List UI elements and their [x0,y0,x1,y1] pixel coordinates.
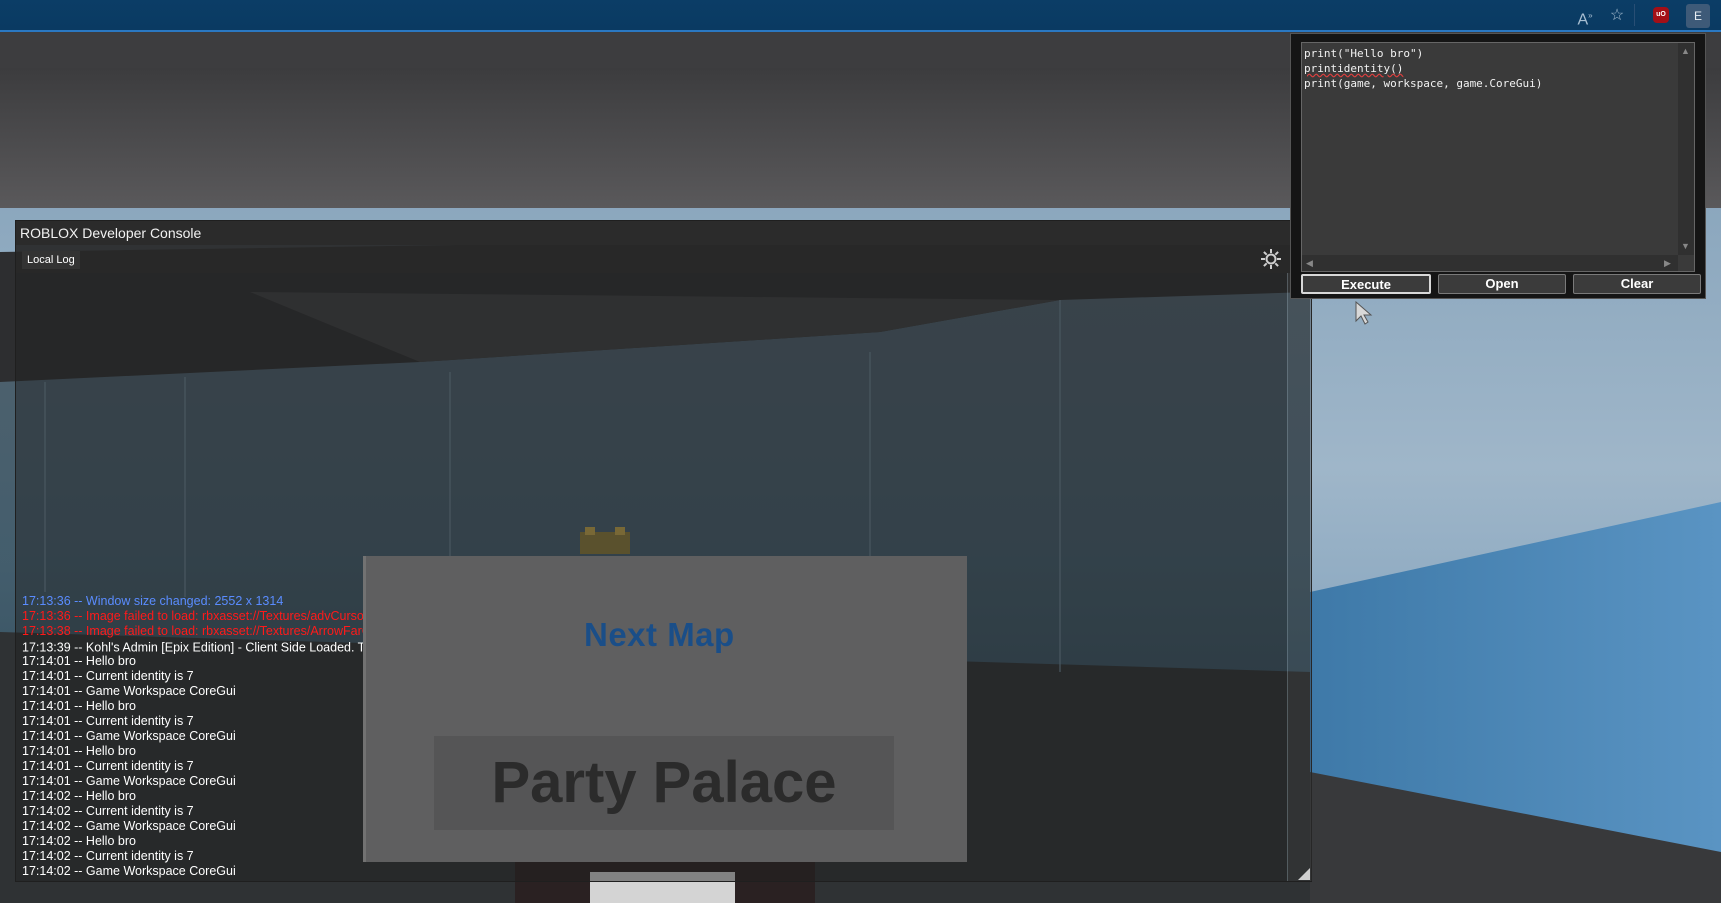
log-entry-text: 17:14:01 -- Hello bro [22,654,136,668]
clear-button[interactable]: Clear [1573,274,1701,294]
log-entry-text: 17:14:01 -- Game Workspace CoreGui [22,684,236,698]
execute-button[interactable]: Execute [1301,274,1431,294]
mouse-cursor-icon [1355,301,1373,325]
log-entry-text: 17:14:01 -- Hello bro [22,744,136,758]
open-button[interactable]: Open [1438,274,1566,294]
resize-handle-icon[interactable] [1298,868,1310,880]
log-entry-text: 17:14:02 -- Hello bro [22,789,136,803]
log-entry-text: 17:14:01 -- Game Workspace CoreGui [22,729,236,743]
console-tab-bar: Local Log [16,245,1311,273]
log-entry-text: 17:14:01 -- Current identity is 7 [22,714,194,728]
log-entry-text: 17:14:02 -- Game Workspace CoreGui [22,864,236,878]
party-palace-button[interactable]: Party Palace [434,736,894,830]
scroll-up-icon[interactable]: ▲ [1681,46,1690,56]
code-line: print("Hello bro") [1304,47,1424,60]
log-entry-text: 17:14:02 -- Current identity is 7 [22,849,194,863]
code-text[interactable]: print("Hello bro") printidentity() print(g… [1304,46,1542,91]
editor-horizontal-scrollbar[interactable]: ◀ ▶ [1302,255,1678,271]
read-aloud-icon[interactable]: A» [1574,5,1596,28]
gear-icon[interactable] [1259,247,1283,271]
log-entry-text: 17:14:01 -- Current identity is 7 [22,669,194,683]
log-entry-text: 17:14:01 -- Game Workspace CoreGui [22,774,236,788]
log-entry-text: 17:14:02 -- Game Workspace CoreGui [22,819,236,833]
log-entry: 17:14:02 -- Game Workspace CoreGui [22,864,640,879]
log-entry-text: 17:14:02 -- Hello bro [22,834,136,848]
next-map-label: Next Map [584,616,735,653]
scroll-right-icon[interactable]: ▶ [1664,258,1671,268]
extension-e-icon[interactable]: E [1686,4,1710,28]
tab-local-log[interactable]: Local Log [22,251,80,269]
code-line: print(game, workspace, game.CoreGui) [1304,77,1543,90]
log-entry-text: 17:14:01 -- Hello bro [22,699,136,713]
log-entry-text: 17:14:01 -- Current identity is 7 [22,759,194,773]
browser-toolbar: A» ☆ uO E [0,0,1721,32]
toolbar-divider [1634,4,1635,26]
console-title[interactable]: ROBLOX Developer Console [16,221,1311,245]
log-entry-text: 17:13:36 -- Window size changed: 2552 x … [22,594,284,608]
scroll-left-icon[interactable]: ◀ [1306,258,1313,268]
scroll-down-icon[interactable]: ▼ [1681,241,1690,251]
code-editor[interactable]: print("Hello bro") printidentity() print(g… [1301,42,1695,272]
ublock-extension-icon[interactable]: uO [1653,7,1669,23]
log-entry-text: 17:14:02 -- Current identity is 7 [22,804,194,818]
code-line-text: printidentity() [1304,62,1404,75]
editor-vertical-scrollbar[interactable]: ▲ ▼ [1678,43,1694,255]
code-line: printidentity() [1304,61,1542,76]
map-vote-panel: Next Map Party Palace [363,556,967,862]
console-scrollbar[interactable] [1287,273,1312,881]
star-icon[interactable]: ☆ [1606,5,1628,27]
script-executor-window: print("Hello bro") printidentity() print(g… [1290,33,1706,299]
